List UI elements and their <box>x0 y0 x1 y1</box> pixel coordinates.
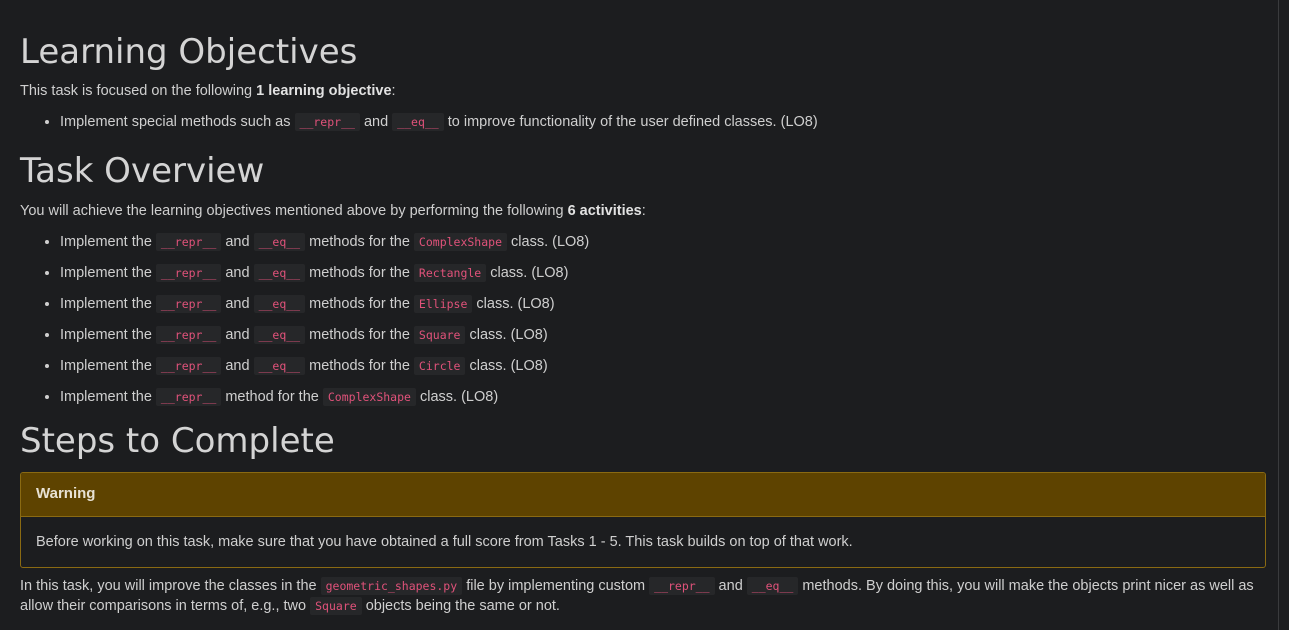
item-text: methods for the <box>305 296 414 312</box>
inline-code: Circle <box>413 357 466 375</box>
inline-code: ComplexShape <box>413 233 508 251</box>
inline-code: __eq__ <box>253 326 306 344</box>
item-text: class. (LO8) <box>486 265 569 281</box>
intro-suffix: : <box>641 203 646 219</box>
paragraph-text: In this task, you will improve the class… <box>20 578 321 594</box>
inline-code: __repr__ <box>155 388 222 406</box>
inline-code: __eq__ <box>253 264 306 282</box>
task-overview-heading: Task Overview <box>20 151 265 191</box>
item-text: Implement the <box>60 265 156 281</box>
item-text: class. (LO8) <box>465 358 548 374</box>
inline-code: Rectangle <box>413 264 487 282</box>
item-text: Implement the <box>60 358 156 374</box>
intro-bold: 6 activities <box>567 203 642 219</box>
intro-suffix: : <box>391 83 396 99</box>
list-item: Implement the __repr__ and __eq__ method… <box>60 324 589 355</box>
list-item: Implement the __repr__ and __eq__ method… <box>60 231 589 262</box>
item-text: methods for the <box>305 234 414 250</box>
inline-code: __eq__ <box>253 295 306 313</box>
inline-code: Ellipse <box>413 295 473 313</box>
inline-code: Square <box>413 326 466 344</box>
item-text: method for the <box>221 389 323 405</box>
inline-code: __eq__ <box>253 357 306 375</box>
item-text: and <box>221 265 254 281</box>
item-text: methods for the <box>305 327 414 343</box>
learning-objectives-intro: This task is focused on the following 1 … <box>20 81 396 101</box>
inline-code: __repr__ <box>155 233 222 251</box>
item-text: methods for the <box>305 265 414 281</box>
inline-code: Square <box>310 597 362 615</box>
list-item: Implement the __repr__ and __eq__ method… <box>60 293 589 324</box>
inline-code: __eq__ <box>392 113 444 131</box>
item-text: class. (LO8) <box>415 389 499 405</box>
warning-title: Warning <box>21 473 1265 517</box>
intro-text: You will achieve the learning objectives… <box>20 203 568 219</box>
intro-text: This task is focused on the following <box>20 83 257 99</box>
inline-code: __repr__ <box>155 295 222 313</box>
item-text: to improve functionality of the user def… <box>443 114 818 130</box>
inline-code: __repr__ <box>294 113 360 131</box>
inline-code: __repr__ <box>155 264 222 282</box>
learning-objectives-heading: Learning Objectives <box>20 32 358 72</box>
inline-code: geometric_shapes.py <box>320 577 463 595</box>
item-text: class. (LO8) <box>465 327 548 343</box>
list-item: Implement special methods such as __repr… <box>60 111 818 142</box>
item-text: Implement the <box>60 296 156 312</box>
inline-code: __repr__ <box>649 577 715 595</box>
steps-paragraph: In this task, you will improve the class… <box>20 576 1260 616</box>
item-text: class. (LO8) <box>507 234 590 250</box>
inline-code: ComplexShape <box>322 388 416 406</box>
list-item: Implement the __repr__ and __eq__ method… <box>60 355 589 386</box>
item-text: and <box>221 296 254 312</box>
item-text: Implement the <box>60 234 156 250</box>
paragraph-text: and <box>714 578 747 594</box>
warning-body: Before working on this task, make sure t… <box>36 534 853 550</box>
inline-code: __eq__ <box>253 233 306 251</box>
inline-code: __repr__ <box>155 357 222 375</box>
learning-objectives-list: Implement special methods such as __repr… <box>20 111 818 142</box>
inline-code: __eq__ <box>746 577 799 595</box>
item-text: methods for the <box>305 358 414 374</box>
paragraph-text: file by implementing custom <box>462 578 650 594</box>
item-text: and <box>221 234 254 250</box>
task-overview-list: Implement the __repr__ and __eq__ method… <box>20 231 589 417</box>
intro-bold: 1 learning objective <box>256 83 392 99</box>
warning-callout: Warning Before working on this task, mak… <box>20 472 1266 568</box>
page: Learning Objectives This task is focused… <box>0 0 1279 630</box>
item-text: and <box>221 358 254 374</box>
inline-code: __repr__ <box>155 326 222 344</box>
item-text: and <box>359 114 393 130</box>
task-overview-intro: You will achieve the learning objectives… <box>20 201 646 221</box>
item-text: and <box>221 327 254 343</box>
steps-to-complete-heading: Steps to Complete <box>20 421 335 461</box>
paragraph-text: objects being the same or not. <box>361 598 560 614</box>
item-text: class. (LO8) <box>472 296 555 312</box>
list-item: Implement the __repr__ and __eq__ method… <box>60 262 589 293</box>
list-item: Implement the __repr__ method for the Co… <box>60 386 589 417</box>
item-text: Implement special methods such as <box>60 114 295 130</box>
item-text: Implement the <box>60 327 156 343</box>
item-text: Implement the <box>60 389 156 405</box>
